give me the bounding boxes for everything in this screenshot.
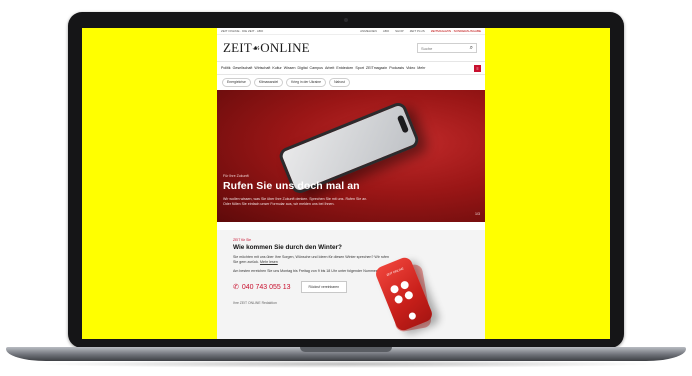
nav-item-wissen[interactable]: Wissen [284, 66, 296, 70]
nav-item-campus[interactable]: Campus [310, 66, 323, 70]
promo-read-more-link[interactable]: Mehr lesen [260, 260, 278, 264]
top-utility-bar: ZEIT ONLINE · DIE ZEIT · ABO ANMELDEN AB… [217, 28, 485, 35]
keypad-key [389, 283, 400, 295]
topbar-link-login[interactable]: ANMELDEN [360, 29, 377, 33]
nav-item-arbeit[interactable]: Arbeit [325, 66, 334, 70]
nav-item-sport[interactable]: Sport [355, 66, 364, 70]
hero-text: Für Ihre Zukunft Rufen Sie uns doch mal … [223, 174, 479, 207]
search-box[interactable]: ⌕ [417, 43, 477, 53]
device-home-button [407, 311, 417, 321]
laptop-base-notch [300, 347, 392, 352]
promo-footer-text: Ihre ZEIT ONLINE Redaktion [233, 301, 277, 305]
laptop-shadow [30, 360, 662, 368]
hero-teaser-line-2: Oder füllen Sie einfach unser Formular a… [223, 202, 335, 206]
keypad-key [399, 279, 410, 291]
web-page: ZEIT ONLINE · DIE ZEIT · ABO ANMELDEN AB… [217, 28, 485, 339]
nav-item-mehr[interactable]: Mehr [417, 66, 425, 70]
topic-chip[interactable]: Energiekrise [222, 77, 251, 87]
device-keypad [389, 279, 417, 305]
logo-text-left: ZEIT [223, 40, 252, 55]
search-input[interactable] [421, 45, 461, 51]
topic-chip[interactable]: Nahost [329, 77, 350, 87]
hero-slide-counter: 1/3 [475, 212, 480, 216]
hero-title[interactable]: Rufen Sie uns doch mal an [223, 180, 479, 192]
phone-icon: ✆ [233, 284, 239, 291]
hero-kicker: Für Ihre Zukunft [223, 174, 249, 178]
promo-kicker: ZEIT für Sie [233, 238, 252, 242]
hero-teaser[interactable]: Für Ihre Zukunft Rufen Sie uns doch mal … [217, 90, 485, 222]
nav-item-politik[interactable]: Politik [221, 66, 231, 70]
callback-button[interactable]: Rückruf vereinbaren [300, 281, 348, 293]
promo-paragraph-1: Sie möchten mit uns über Ihre Sorgen, Wü… [233, 255, 390, 264]
magnifier-icon[interactable]: ⌕ [470, 45, 473, 52]
promo-title: Wie kommen Sie durch den Winter? [233, 244, 342, 251]
masthead: ZEIT☙ONLINE ⌕ [217, 35, 485, 61]
logo-text-right: ONLINE [260, 40, 310, 55]
topbar-link-plus[interactable]: ZEIT PLUS [410, 29, 425, 33]
promo-paragraph-2: Am besten erreichen Sie uns Montag bis F… [233, 269, 379, 273]
topbar-link-abo[interactable]: ABO [383, 29, 389, 33]
nav-item-digital[interactable]: Digital [298, 66, 308, 70]
keypad-key [403, 290, 415, 301]
topbar-link-shop[interactable]: SHOP [395, 29, 404, 33]
main-navigation: Politik Gesellschaft Wirtschaft Kultur W… [217, 61, 485, 75]
laptop-screen: ZEIT ONLINE · DIE ZEIT · ABO ANMELDEN AB… [82, 28, 610, 339]
laptop-mockup: ZEIT ONLINE · DIE ZEIT · ABO ANMELDEN AB… [0, 0, 692, 376]
nav-item-wirtschaft[interactable]: Wirtschaft [254, 66, 270, 70]
topbar-links: ANMELDEN ABO SHOP ZEIT PLUS ZEITMAGAZIN … [360, 29, 481, 33]
nav-item-zeitmagazin[interactable]: ZEITmagazin [366, 66, 387, 70]
logo-crest-icon: ☙ [251, 43, 261, 53]
winter-promo-box: ZEIT für Sie Wie kommen Sie durch den Wi… [217, 230, 485, 339]
nav-item-podcasts[interactable]: Podcasts [389, 66, 404, 70]
keypad-key [393, 294, 404, 305]
site-logo[interactable]: ZEIT☙ONLINE [223, 40, 310, 56]
topic-chip[interactable]: Klimawandel [253, 77, 284, 87]
nav-item-gesellschaft[interactable]: Gesellschaft [233, 66, 253, 70]
topic-chips: Energiekrise Klimawandel Krieg in der Uk… [217, 75, 485, 89]
topbar-left-text: ZEIT ONLINE · DIE ZEIT · ABO [221, 29, 264, 33]
menu-icon[interactable]: ≡ [474, 64, 481, 72]
phone-number-link[interactable]: 040 743 055 13 [242, 284, 291, 291]
nav-item-kultur[interactable]: Kultur [272, 66, 281, 70]
device-brand-label: ZEIT ONLINE [385, 266, 405, 278]
webcam [344, 18, 348, 22]
topic-chip[interactable]: Krieg in der Ukraine [286, 77, 327, 87]
nav-item-video[interactable]: Video [406, 66, 415, 70]
topbar-highlight-link[interactable]: ZEITMAGAZIN · SONDERAUSGABE [431, 29, 481, 33]
call-row: ✆ 040 743 055 13 Rückruf vereinbaren [233, 281, 485, 293]
nav-item-entdecken[interactable]: Entdecken [336, 66, 353, 70]
